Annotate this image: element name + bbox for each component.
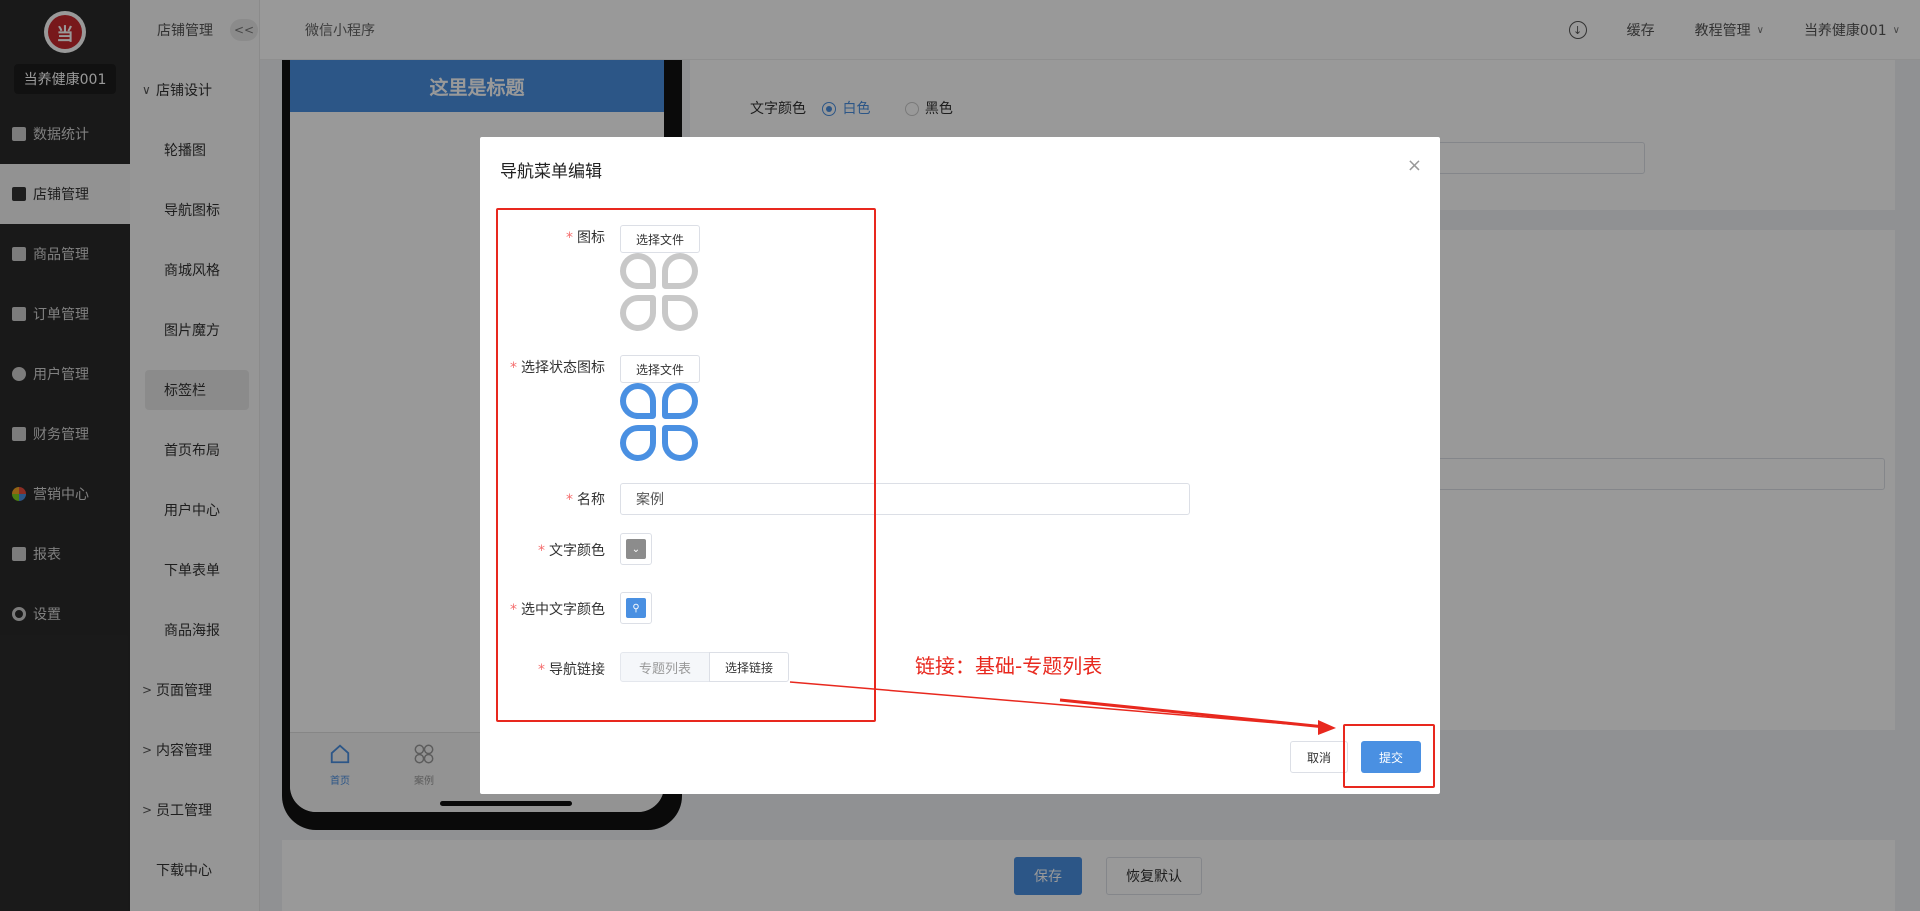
selected-icon-field-label: * 选择状态图标: [480, 357, 605, 377]
text-color-picker[interactable]: ⌄: [620, 533, 652, 565]
select-icon-file-button[interactable]: 选择文件: [620, 225, 700, 253]
nav-link-field-label: * 导航链接: [480, 659, 605, 679]
nav-menu-edit-dialog: 导航菜单编辑 × * 图标 选择文件 * 选择状态图标 选择文件 * 名称 案例 * 文…: [480, 137, 1440, 794]
required-asterisk: *: [538, 662, 545, 678]
name-input[interactable]: 案例: [620, 483, 1190, 515]
field-label-text: 图标: [577, 230, 605, 246]
field-label-text: 文字颜色: [549, 543, 605, 559]
chevron-down-icon: ⌄: [626, 539, 646, 559]
required-asterisk: *: [538, 543, 545, 559]
icon-field-label: * 图标: [480, 227, 605, 247]
close-icon[interactable]: ×: [1407, 155, 1422, 176]
required-asterisk: *: [510, 360, 517, 376]
select-link-button[interactable]: 选择链接: [709, 652, 789, 682]
submit-button[interactable]: 提交: [1361, 741, 1421, 773]
cancel-button[interactable]: 取消: [1290, 741, 1348, 773]
dialog-title: 导航菜单编辑: [500, 162, 602, 182]
required-asterisk: *: [566, 230, 573, 246]
field-label-text: 选择状态图标: [521, 360, 605, 376]
eyedropper-icon: ⚲: [626, 598, 646, 618]
selected-text-color-picker[interactable]: ⚲: [620, 592, 652, 624]
selected-text-color-field-label: * 选中文字颜色: [480, 599, 605, 619]
field-label-text: 名称: [577, 492, 605, 508]
nav-link-input: 专题列表: [620, 652, 710, 682]
select-selected-icon-file-button[interactable]: 选择文件: [620, 355, 700, 383]
required-asterisk: *: [510, 602, 517, 618]
required-asterisk: *: [566, 492, 573, 508]
field-label-text: 导航链接: [549, 662, 605, 678]
field-label-text: 选中文字颜色: [521, 602, 605, 618]
app-root: 当 当养健康001 数据统计 店铺管理 商品管理 订单管理 用户管理 财务管理 …: [0, 0, 1920, 911]
text-color-field-label: * 文字颜色: [480, 540, 605, 560]
annotation-text: 链接：基础-专题列表: [915, 654, 1103, 678]
name-field-label: * 名称: [480, 489, 605, 509]
clover-icon[interactable]: [620, 253, 700, 333]
clover-selected-icon[interactable]: [620, 383, 700, 463]
